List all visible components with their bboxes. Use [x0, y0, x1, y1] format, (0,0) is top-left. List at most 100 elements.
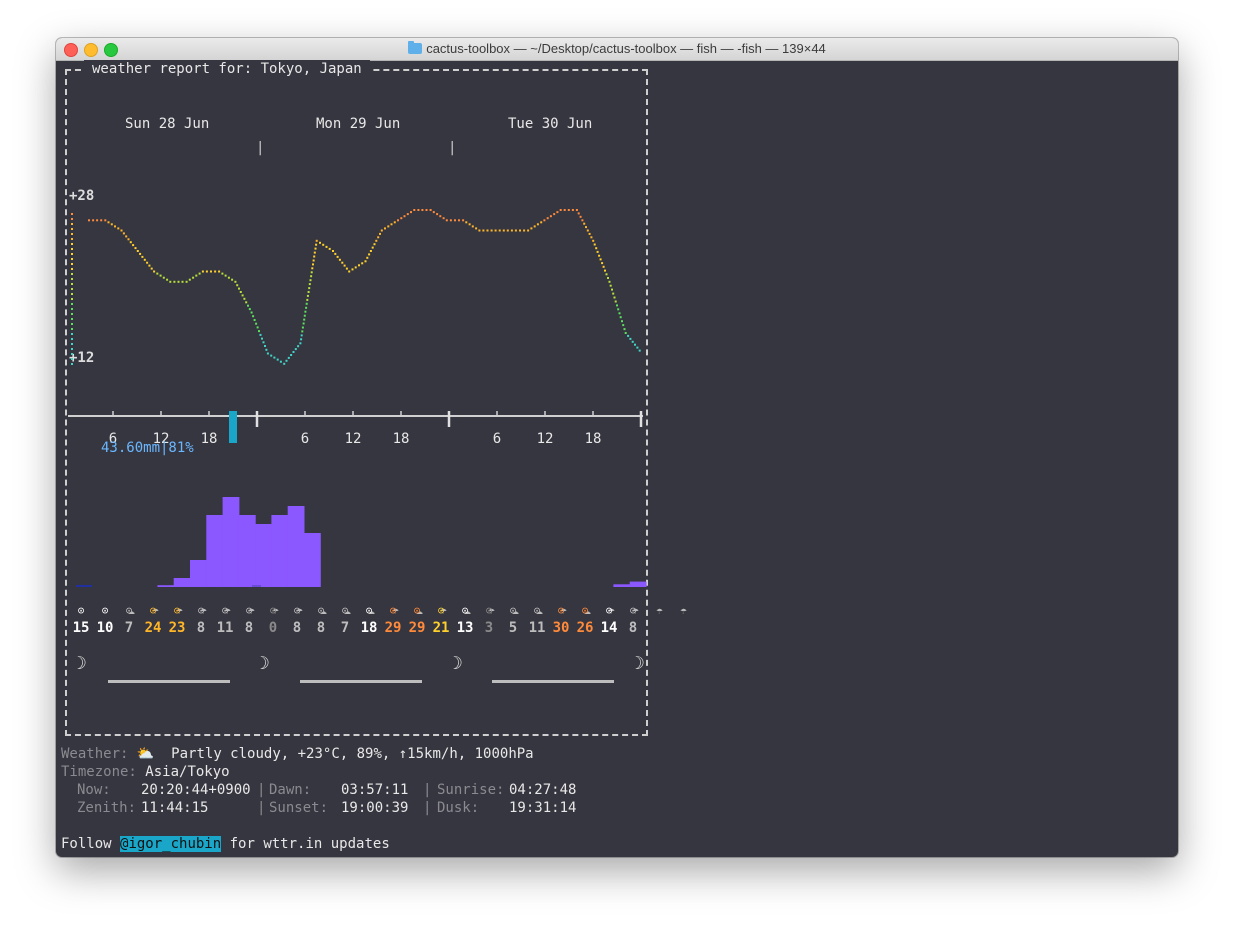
temperature-point — [571, 209, 574, 211]
title-bar[interactable]: cactus-toolbox — ~/Desktop/cactus-toolbo… — [56, 38, 1178, 61]
wind-direction-icon: ⊙ — [509, 604, 517, 617]
rain-cloud-icon: ☂ — [680, 604, 687, 617]
temperature-point — [279, 360, 282, 363]
temperature-point — [259, 333, 262, 336]
temperature-scale-point — [71, 298, 73, 300]
wind-direction-icon: ⊙ — [485, 604, 493, 617]
temperature-point — [586, 229, 589, 232]
footer-line: Follow @igor_chubin for wttr.in updates — [61, 835, 390, 853]
temperature-point — [309, 279, 312, 282]
temperature-point — [292, 351, 295, 353]
temperature-point — [468, 223, 471, 226]
temperature-point — [139, 252, 142, 255]
temperature-point — [607, 277, 609, 279]
temperature-point — [536, 223, 539, 226]
temperature-scale-point — [71, 323, 73, 325]
temperature-point — [100, 219, 103, 222]
temperature-point — [283, 362, 286, 365]
wind-speed-value: 11 — [216, 620, 234, 636]
wind-direction-icon: ⊙ — [197, 604, 205, 617]
temperature-point — [236, 284, 239, 287]
wind-direction-icon: ⊙ — [269, 604, 277, 617]
moon-crescent-icon: ☽ — [634, 653, 645, 674]
hour-label: 18 — [201, 431, 218, 447]
temperature-point — [614, 300, 617, 303]
temperature-point — [523, 229, 526, 232]
temperature-point — [373, 243, 376, 246]
temperature-point — [462, 219, 465, 222]
temperature-point — [328, 247, 331, 250]
temperature-point — [125, 235, 128, 238]
temperature-point — [234, 280, 237, 283]
daylight-bar-2 — [300, 680, 422, 683]
temperature-point — [556, 211, 559, 214]
temperature-point — [195, 274, 198, 277]
wind-direction-icon: ⊙ — [125, 604, 133, 617]
separator: | — [423, 782, 432, 798]
daylight-bar-1 — [108, 680, 230, 683]
temperature-point — [458, 219, 460, 222]
temperature-point — [577, 212, 580, 215]
temperature-point — [299, 342, 302, 345]
sunset-label: Sunset: — [269, 800, 329, 816]
temperature-point — [410, 211, 412, 214]
footer-suffix: for wttr.in updates — [229, 836, 390, 852]
temperature-point — [231, 278, 234, 281]
temperature-point — [377, 236, 380, 239]
wind-speed-value: 3 — [484, 620, 494, 636]
temperature-scale-point — [71, 248, 73, 250]
temperature-point — [308, 287, 311, 290]
temperature-point — [265, 348, 268, 351]
temperature-scale-point — [71, 348, 73, 350]
temperature-point — [581, 219, 584, 222]
temperature-point — [258, 330, 260, 333]
wind-speed-value: 29 — [384, 620, 402, 636]
temperature-scale-point — [71, 328, 73, 330]
temperature-point — [384, 227, 386, 230]
current-time-marker — [229, 411, 237, 443]
temperature-point — [546, 217, 549, 220]
precipitation-bar — [222, 497, 240, 587]
temperature-point — [297, 345, 300, 348]
temperature-chart — [71, 209, 641, 365]
temperature-point — [380, 229, 383, 232]
temperature-scale-point — [71, 333, 73, 335]
temperature-point — [371, 246, 374, 249]
temperature-point — [313, 255, 316, 258]
wind-direction-icon: ⊙ — [221, 604, 229, 617]
terminal-content[interactable]: weather report for: Tokyo, Japan Sun 28 … — [56, 60, 1178, 857]
temperature-point — [549, 215, 552, 218]
temperature-point — [301, 326, 304, 329]
temperature-point — [613, 296, 616, 299]
temperature-point — [432, 211, 435, 214]
dawn-value: 03:57:11 — [341, 782, 409, 798]
temperature-point — [129, 241, 132, 244]
wind-direction-icon: ⊙ — [533, 604, 541, 617]
temperature-point — [602, 265, 605, 268]
wind-speed-value: 11 — [528, 620, 546, 636]
wind-speed-value: 15 — [72, 620, 90, 636]
temperature-scale-point — [71, 288, 73, 290]
temperature-scale-point — [71, 228, 73, 230]
temperature-point — [345, 267, 348, 270]
temperature-point — [311, 267, 314, 270]
temperature-point — [442, 217, 445, 220]
temperature-point — [312, 263, 314, 266]
temperature-point — [127, 238, 130, 241]
wind-speed-value: 5 — [508, 620, 518, 636]
temperature-point — [475, 227, 478, 230]
temperature-point — [301, 330, 304, 333]
wind-direction-icon: ⊙ — [581, 604, 589, 617]
temperature-point — [592, 239, 595, 242]
footer-prefix: Follow — [61, 836, 112, 852]
temperature-point — [310, 275, 313, 278]
temperature-point — [351, 268, 354, 271]
temperature-point — [611, 288, 613, 291]
temperature-point — [338, 258, 341, 261]
twitter-handle-link[interactable]: @igor_chubin — [120, 836, 222, 852]
temperature-point — [583, 222, 586, 225]
wind-speed-value: 8 — [316, 620, 326, 636]
timezone-value: Asia/Tokyo — [145, 764, 230, 780]
temperature-point — [406, 213, 409, 216]
temperature-point — [375, 239, 378, 242]
